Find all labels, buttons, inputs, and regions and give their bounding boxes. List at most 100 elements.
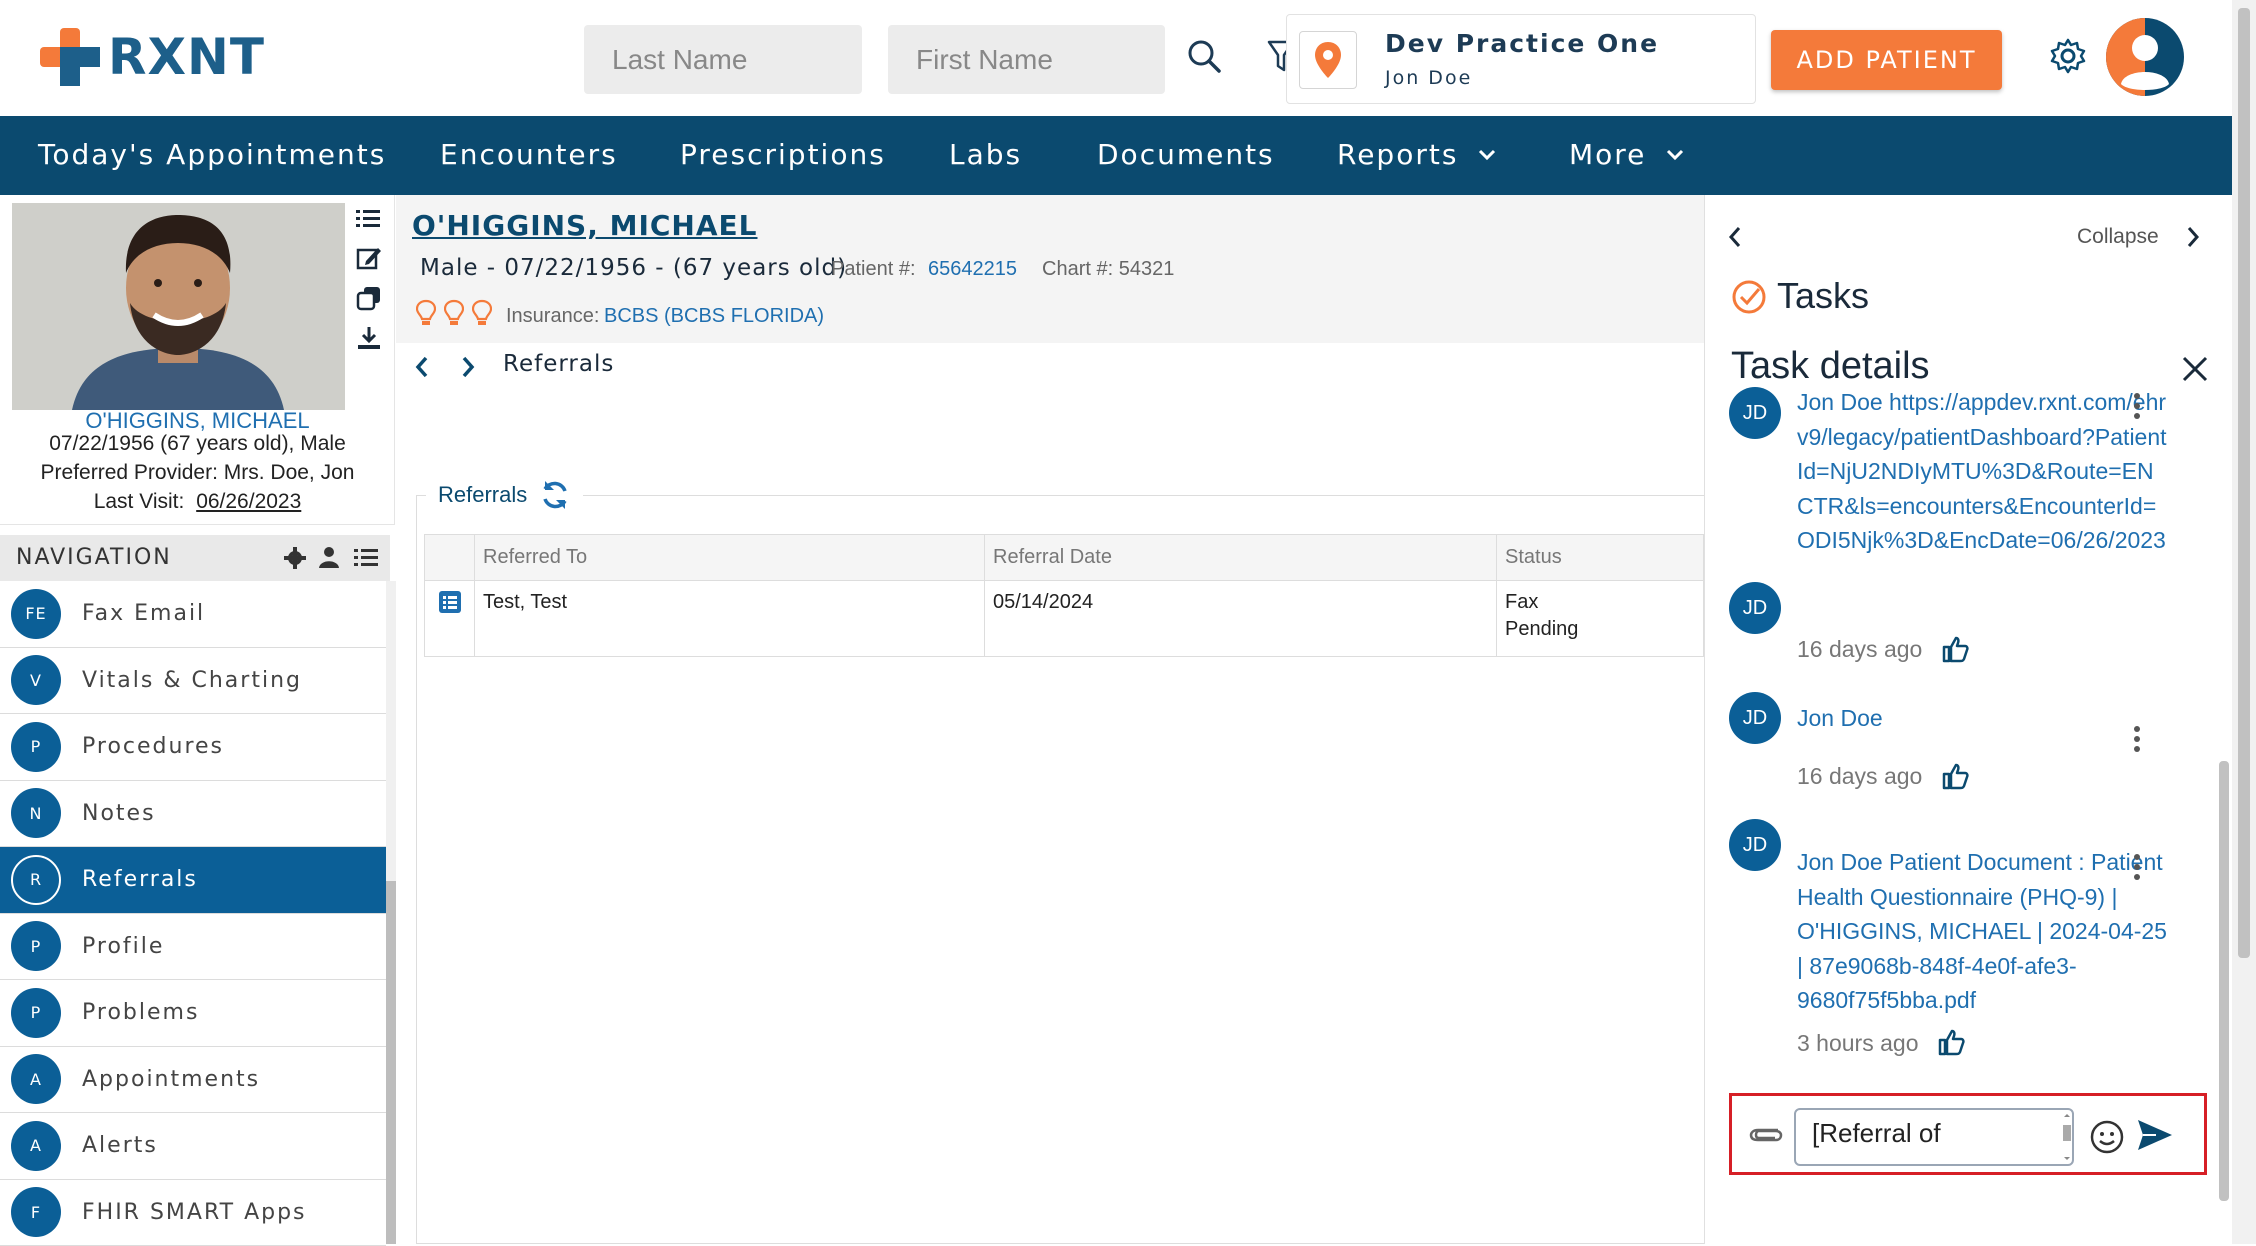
send-icon[interactable] <box>2136 1118 2174 1152</box>
row-details-cell[interactable] <box>425 581 475 657</box>
emoji-icon[interactable] <box>2090 1120 2124 1154</box>
thumbs-up-icon[interactable] <box>1941 635 1969 663</box>
more-vertical-icon[interactable] <box>2133 393 2141 419</box>
lightbulb-icon[interactable] <box>472 299 492 327</box>
lightbulb-icon[interactable] <box>444 299 464 327</box>
chevron-right-icon[interactable] <box>460 355 476 379</box>
nav-label: Encounters <box>440 138 618 171</box>
nav-encounters[interactable]: Encounters <box>440 138 618 171</box>
scrollbar-thumb[interactable] <box>2238 8 2250 958</box>
paperclip-icon[interactable] <box>1748 1122 1784 1148</box>
navigation-item-label: Notes <box>82 801 156 826</box>
comment-time: 3 hours ago <box>1797 1030 1918 1057</box>
list-icon[interactable] <box>354 547 378 569</box>
alert-indicators <box>416 299 492 327</box>
navigation-item-appointments[interactable]: AAppointments <box>0 1047 386 1114</box>
navigation-item-fax-email[interactable]: FEFax Email <box>0 581 386 648</box>
avatar: JD <box>1729 692 1781 744</box>
nav-reports[interactable]: Reports <box>1337 138 1496 171</box>
thumbs-up-icon[interactable] <box>1941 762 1969 790</box>
textarea-scrollbar[interactable] <box>2062 1113 2072 1161</box>
table-header[interactable]: Referred To <box>475 535 985 581</box>
settings-gear-icon[interactable] <box>2048 36 2088 76</box>
add-patient-button[interactable]: ADD PATIENT <box>1771 30 2002 90</box>
patient-number[interactable]: 65642215 <box>928 258 1017 281</box>
table-row[interactable]: Test, Test 05/14/2024 FaxPending <box>425 581 1704 657</box>
table-header[interactable]: Referral Date <box>985 535 1497 581</box>
rxnt-logo[interactable]: RXNT <box>40 28 265 86</box>
practice-selector[interactable]: Dev Practice One Jon Doe <box>1286 14 1756 104</box>
navigation-item-label: Referrals <box>82 867 198 892</box>
navigation-item-vitals-charting[interactable]: VVitals & Charting <box>0 648 386 715</box>
last-name-input[interactable] <box>584 25 862 94</box>
nav-todays-appointments[interactable]: Today's Appointments <box>38 138 386 171</box>
more-vertical-icon[interactable] <box>2133 854 2141 880</box>
thumbs-up-icon[interactable] <box>1937 1028 1965 1056</box>
list-icon[interactable] <box>356 207 380 231</box>
breadcrumb: Referrals <box>503 351 614 377</box>
navigation-item-badge: N <box>11 788 61 838</box>
status-line: Fax <box>1505 591 1695 614</box>
patient-card-name[interactable]: O'HIGGINS, MICHAEL <box>0 408 395 434</box>
app-header: RXNT Dev Practice One Jon Doe ADD PATIEN… <box>0 0 2232 116</box>
navigation-item-fhir-smart-apps[interactable]: FFHIR SMART Apps <box>0 1180 386 1246</box>
navigation-item-label: Appointments <box>82 1067 260 1092</box>
location-pin-icon <box>1299 31 1357 89</box>
close-icon[interactable] <box>2181 355 2209 383</box>
chevron-down-icon <box>1666 149 1684 161</box>
navigation-item-alerts[interactable]: AAlerts <box>0 1113 386 1180</box>
refresh-icon[interactable] <box>539 479 571 511</box>
referred-to-cell: Test, Test <box>475 581 985 657</box>
tasks-panel: Collapse Tasks Task details JD JD Jon Do… <box>1704 195 2232 1244</box>
navigation-item-profile[interactable]: PProfile <box>0 914 386 981</box>
tasks-scrollbar[interactable] <box>2219 761 2229 1201</box>
navigation-item-procedures[interactable]: PProcedures <box>0 714 386 781</box>
nav-documents[interactable]: Documents <box>1097 138 1275 171</box>
insurance-value[interactable]: BCBS (BCBS FLORIDA) <box>604 305 824 328</box>
navigation-item-notes[interactable]: N Notes <box>0 781 386 848</box>
comment-time: 16 days ago <box>1797 636 1922 663</box>
lightbulb-icon[interactable] <box>416 299 436 327</box>
tasks-title: Tasks <box>1777 275 1869 317</box>
nav-labs[interactable]: Labs <box>949 138 1022 171</box>
comment-input[interactable]: [Referral of <box>1794 1108 2074 1166</box>
referrals-title: Referrals <box>438 482 527 508</box>
chart-number: Chart #: 54321 <box>1042 258 1174 281</box>
patient-card-actions <box>356 207 382 351</box>
table-header[interactable]: Status <box>1497 535 1704 581</box>
chevron-right-icon[interactable] <box>2185 225 2201 249</box>
search-icon[interactable] <box>1186 36 1222 76</box>
collapse-link[interactable]: Collapse <box>2077 225 2159 249</box>
chevron-left-icon[interactable] <box>1727 225 1743 249</box>
comment-text[interactable]: Jon Doe <box>1797 701 2167 736</box>
comment-text[interactable]: Jon Doe Patient Document : Patient Healt… <box>1797 845 2167 1018</box>
more-vertical-icon[interactable] <box>2133 726 2141 752</box>
scrollbar-thumb[interactable] <box>386 881 396 1244</box>
avatar: JD <box>1729 819 1781 871</box>
navigation-item-referrals[interactable]: R Referrals <box>0 847 386 914</box>
nav-prescriptions[interactable]: Prescriptions <box>680 138 886 171</box>
edit-icon[interactable] <box>356 245 382 271</box>
user-avatar[interactable] <box>2106 18 2184 96</box>
copy-icon[interactable] <box>356 285 382 311</box>
patient-name[interactable]: O'HIGGINS, MICHAEL <box>412 209 758 242</box>
navigation-item-badge: R <box>11 855 61 905</box>
details-list-icon[interactable] <box>439 591 461 613</box>
patient-card-last-visit: Last Visit: 06/26/2023 <box>0 490 395 514</box>
navigation-panel: NAVIGATION FEFax EmailVVitals & Charting… <box>0 535 390 1244</box>
settings-gear-icon[interactable] <box>284 547 306 569</box>
nav-label: Reports <box>1337 138 1458 171</box>
practice-name: Dev Practice One <box>1385 29 1659 58</box>
chevron-left-icon[interactable] <box>414 355 430 379</box>
navigation-item-problems[interactable]: PProblems <box>0 980 386 1047</box>
page-scrollbar[interactable] <box>2232 0 2256 1244</box>
person-icon[interactable] <box>318 546 340 568</box>
navigation-list: FEFax EmailVVitals & ChartingPProcedures… <box>0 581 386 1246</box>
navigation-scrollbar[interactable] <box>386 581 396 1244</box>
last-visit-date[interactable]: 06/26/2023 <box>196 490 301 513</box>
chevron-down-icon <box>1478 149 1496 161</box>
comment-text[interactable]: Jon Doe https://appdev.rxnt.com/ehrv9/le… <box>1797 385 2167 625</box>
download-icon[interactable] <box>356 325 382 351</box>
nav-more[interactable]: More <box>1569 138 1684 171</box>
first-name-input[interactable] <box>888 25 1165 94</box>
